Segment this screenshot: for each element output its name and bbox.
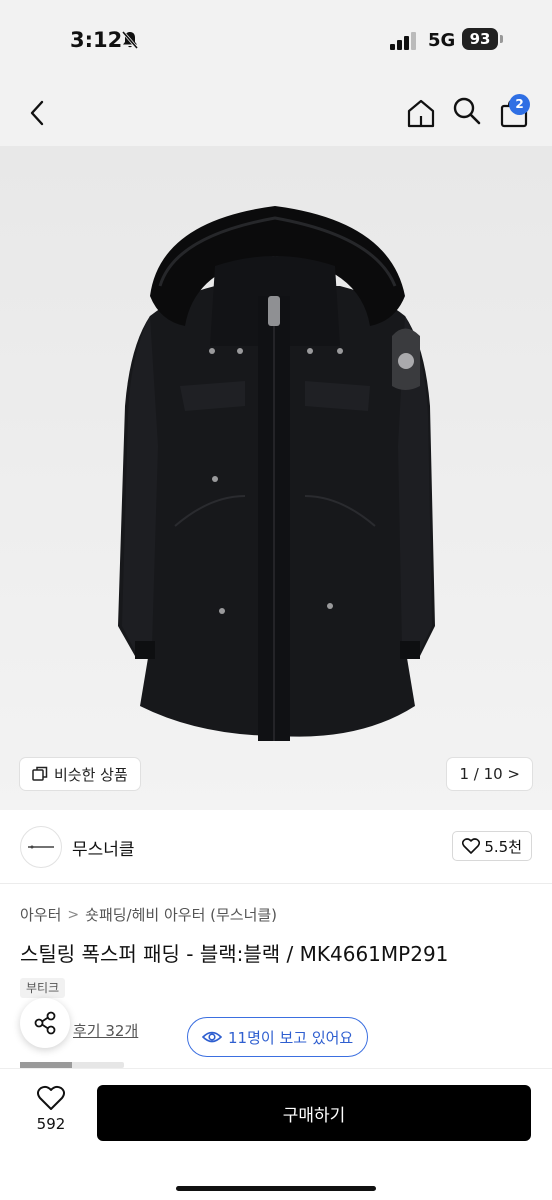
product-image[interactable]: 비슷한 상품 1 / 10 > — [0, 146, 552, 810]
cart-badge: 2 — [509, 94, 530, 115]
back-icon[interactable] — [20, 96, 54, 130]
signal-icon — [390, 32, 416, 50]
heart-icon — [462, 838, 481, 854]
bell-slash-icon — [121, 31, 139, 49]
bottom-action-bar: 592 구매하기 — [0, 1068, 552, 1200]
home-icon[interactable] — [404, 96, 438, 130]
battery-indicator: 93 — [462, 28, 498, 50]
brand-like-button[interactable]: 5.5천 — [452, 831, 532, 861]
heart-icon — [37, 1085, 65, 1110]
brand-name: 무스너클 — [72, 840, 135, 860]
battery-tip — [500, 35, 503, 43]
brand-row[interactable]: 무스너클 5.5천 — [0, 810, 552, 884]
chevron-right-icon: > — [67, 906, 80, 923]
status-time: 3:12 — [70, 28, 123, 52]
eye-icon — [202, 1031, 222, 1043]
tag-badge: 부티크 — [20, 978, 66, 998]
wishlist-button[interactable]: 592 — [24, 1085, 78, 1145]
breadcrumb: 아우터 > 숏패딩/헤비 아우터 (무스너클) — [20, 904, 277, 925]
buy-button[interactable]: 구매하기 — [97, 1085, 531, 1141]
viewing-count-label: 11명이 보고 있어요 — [228, 1028, 354, 1047]
brand-like-count: 5.5천 — [484, 837, 522, 856]
network-label: 5G — [428, 30, 456, 51]
wishlist-count: 592 — [36, 1115, 66, 1133]
home-indicator — [176, 1186, 376, 1191]
share-button[interactable] — [20, 998, 70, 1048]
status-bar: 3:12 5G 93 — [0, 0, 552, 80]
viewing-count-pill: 11명이 보고 있어요 — [187, 1017, 369, 1057]
similar-products-label: 비슷한 상품 — [54, 765, 128, 784]
product-title: 스틸링 폭스퍼 패딩 - 블랙:블랙 / MK4661MP291 — [20, 942, 449, 966]
similar-products-button[interactable]: 비슷한 상품 — [20, 758, 140, 790]
breadcrumb-item[interactable]: 아우터 — [20, 904, 61, 925]
jacket-illustration — [0, 146, 552, 810]
share-icon — [34, 1011, 56, 1035]
search-icon[interactable] — [450, 94, 484, 128]
page-indicator[interactable]: 1 / 10 > — [447, 758, 532, 790]
nav-bar — [0, 80, 552, 146]
breadcrumb-item[interactable]: 숏패딩/헤비 아우터 (무스너클) — [85, 904, 277, 925]
brand-logo — [20, 826, 62, 868]
copy-icon — [32, 766, 48, 781]
review-link[interactable]: 후기 32개 — [73, 1020, 138, 1041]
